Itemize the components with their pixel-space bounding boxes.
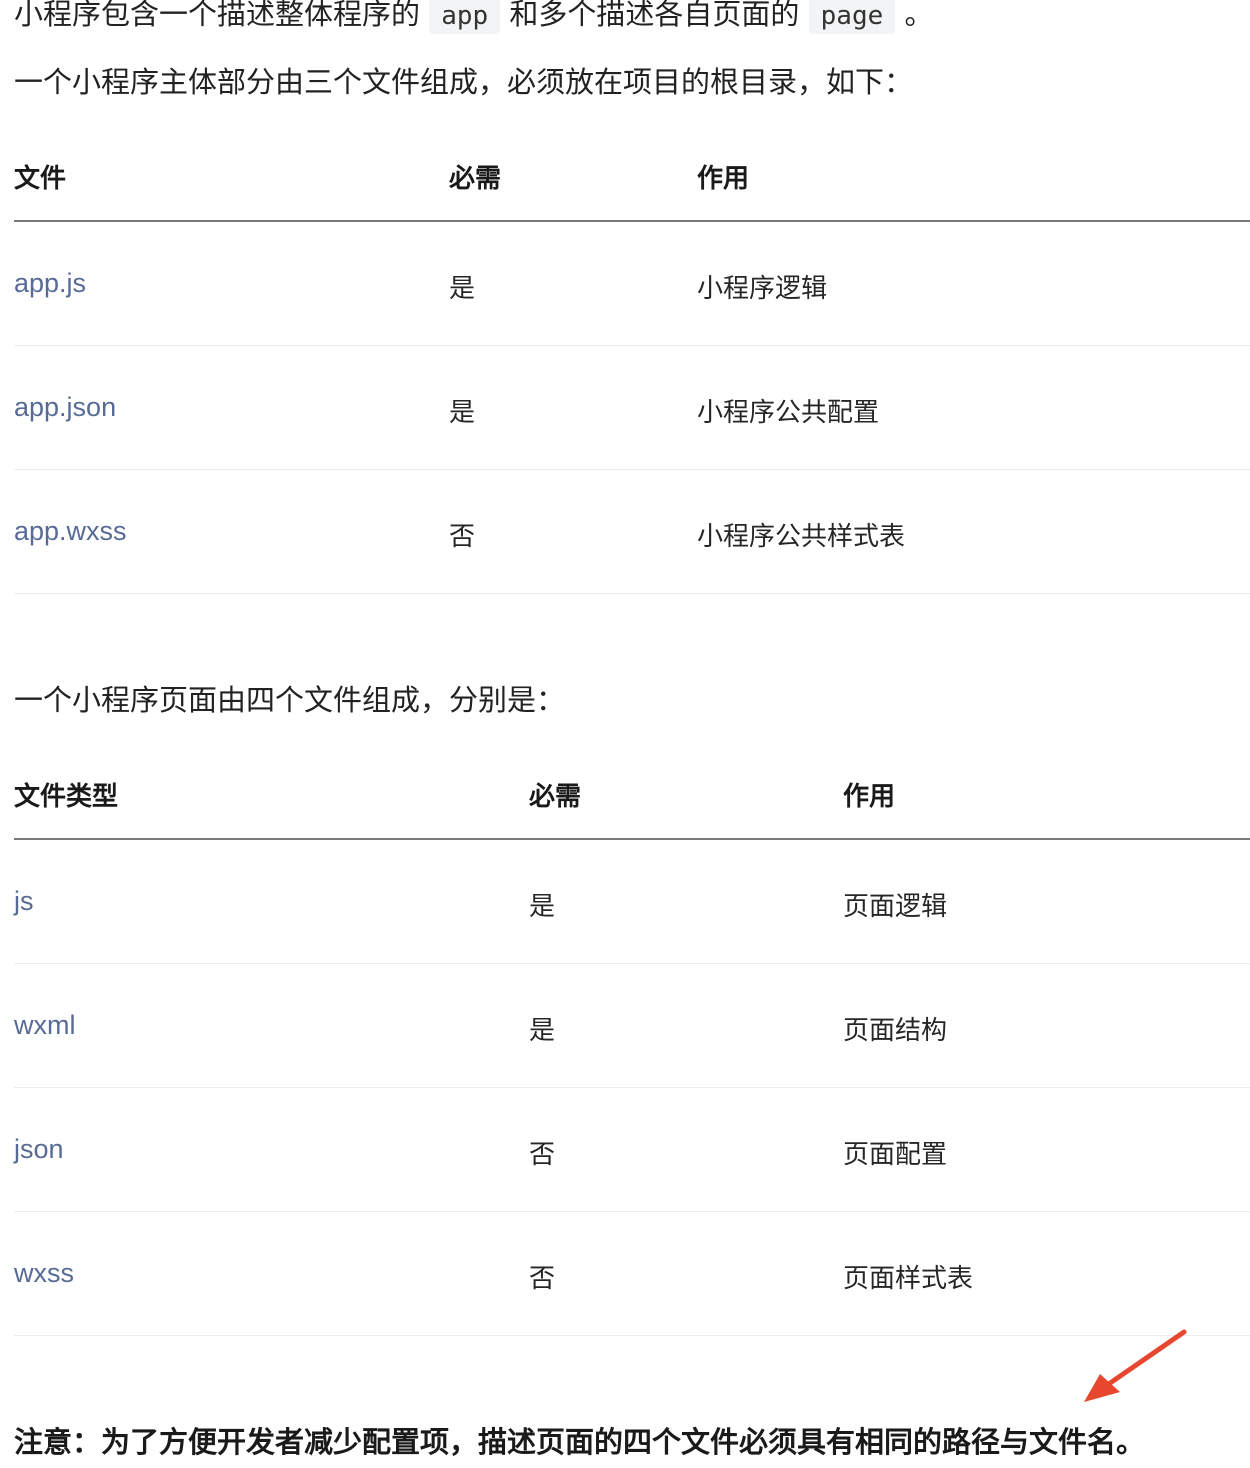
required-cell: 是 (529, 1016, 556, 1046)
table-row: js 是 页面逻辑 (14, 840, 1250, 964)
header-purpose: 作用 (697, 164, 750, 194)
red-arrow-icon (1084, 1329, 1187, 1402)
file-link-app-js[interactable]: app.js (14, 268, 86, 299)
table-row: wxss 否 页面样式表 (14, 1212, 1250, 1336)
purpose-cell: 页面配置 (843, 1140, 948, 1170)
purpose-cell: 小程序公共配置 (697, 398, 880, 428)
required-cell: 否 (529, 1140, 556, 1170)
table-header: 文件类型 必需 作用 (14, 754, 1250, 840)
page-code: page (808, 0, 896, 34)
header-file: 文件 (14, 164, 67, 194)
app-code: app (429, 0, 501, 34)
header-required: 必需 (529, 782, 582, 812)
main-files-table: 文件 必需 作用 app.js 是 小程序逻辑 app.json 是 小程序公共… (14, 136, 1250, 594)
header-file-type: 文件类型 (14, 782, 119, 812)
table-row: app.wxss 否 小程序公共样式表 (14, 470, 1250, 594)
note-text: 注意：为了方便开发者减少配置项，描述页面的四个文件必须具有相同的路径与文件名。 (14, 1425, 1146, 1459)
header-purpose: 作用 (843, 782, 896, 812)
table-header: 文件 必需 作用 (14, 136, 1250, 222)
table-row: app.js 是 小程序逻辑 (14, 222, 1250, 346)
purpose-cell: 页面样式表 (843, 1264, 974, 1294)
purpose-cell: 小程序公共样式表 (697, 522, 906, 552)
table-row: json 否 页面配置 (14, 1088, 1250, 1212)
intro-text-2: 和多个描述各自页面的 (509, 0, 800, 31)
page-files-intro: 一个小程序页面由四个文件组成，分别是： (14, 683, 566, 717)
page-files-table: 文件类型 必需 作用 js 是 页面逻辑 wxml 是 页面结构 json 否 … (14, 754, 1250, 1336)
required-cell: 否 (449, 522, 476, 552)
intro-paragraph: 小程序包含一个描述整体程序的 app 和多个描述各自页面的 page 。 (14, 0, 934, 36)
file-link-app-wxss[interactable]: app.wxss (14, 516, 127, 547)
required-cell: 是 (449, 274, 476, 304)
intro-text-end: 。 (904, 0, 934, 31)
table-row: wxml 是 页面结构 (14, 964, 1250, 1088)
file-link-js[interactable]: js (14, 886, 34, 917)
file-link-app-json[interactable]: app.json (14, 392, 116, 423)
required-cell: 否 (529, 1264, 556, 1294)
intro-text-1: 小程序包含一个描述整体程序的 (14, 0, 421, 31)
purpose-cell: 页面结构 (843, 1016, 948, 1046)
file-link-wxml[interactable]: wxml (14, 1010, 76, 1041)
purpose-cell: 小程序逻辑 (697, 274, 828, 304)
file-link-wxss[interactable]: wxss (14, 1258, 74, 1289)
file-link-json[interactable]: json (14, 1134, 64, 1165)
header-required: 必需 (449, 164, 502, 194)
table-row: app.json 是 小程序公共配置 (14, 346, 1250, 470)
main-files-intro: 一个小程序主体部分由三个文件组成，必须放在项目的根目录，如下： (14, 65, 914, 99)
purpose-cell: 页面逻辑 (843, 892, 948, 922)
required-cell: 是 (449, 398, 476, 428)
required-cell: 是 (529, 892, 556, 922)
